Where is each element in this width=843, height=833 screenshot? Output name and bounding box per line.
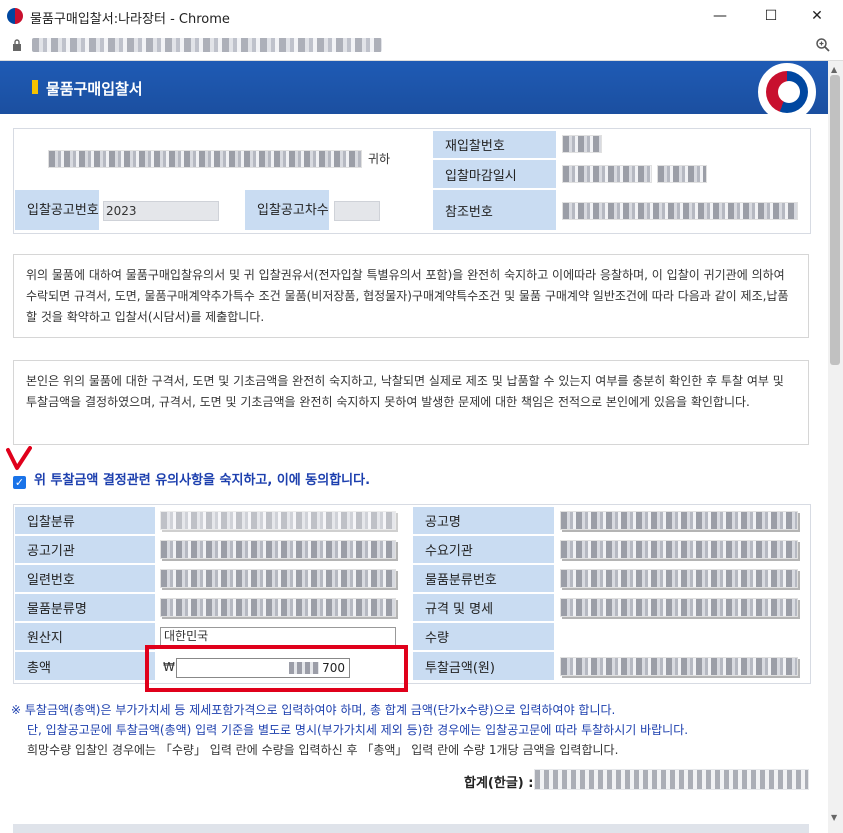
bid-deadline-date	[562, 165, 652, 183]
quantity-label: 수량	[412, 622, 555, 651]
honorific-text: 귀하	[368, 152, 391, 166]
origin-value: 대한민국	[164, 629, 209, 643]
spec-value	[560, 598, 798, 617]
scroll-thumb[interactable]	[830, 75, 840, 365]
agree-checkbox-row[interactable]: ✓ 위 투찰금액 결정관련 유의사항을 숙지하고, 이에 동의합니다.	[13, 469, 370, 489]
bottom-section-edge	[13, 824, 809, 833]
zoom-icon[interactable]	[815, 37, 831, 53]
notice-agency-label: 공고기관	[14, 535, 156, 564]
note-line-2: 단, 입찰공고문에 투찰금액(총액) 입력 기준을 별도로 명시(부가가치세 제…	[27, 723, 689, 737]
ref-no-value	[562, 202, 798, 220]
agree-checkbox[interactable]: ✓	[13, 476, 26, 489]
sum-korean-value	[534, 769, 809, 790]
page-header: 물품구매입찰서	[0, 61, 828, 121]
notice-no-label: 입찰공고번호	[14, 189, 100, 231]
header-mark	[32, 80, 38, 94]
page-title: 물품구매입찰서	[46, 80, 143, 98]
bid-category-label: 입찰분류	[14, 506, 156, 535]
address-bar[interactable]	[0, 32, 843, 61]
total-label: 총액	[14, 651, 156, 681]
notice-seq-field	[334, 201, 380, 221]
serial-no-label: 일련번호	[14, 564, 156, 593]
notice-agency-value	[160, 540, 396, 559]
item-class-no-label: 물품분류번호	[412, 564, 555, 593]
url-text-redacted	[32, 38, 382, 52]
origin-label: 원산지	[14, 622, 156, 651]
item-class-name-label: 물품분류명	[14, 593, 156, 622]
demand-agency-label: 수요기관	[412, 535, 555, 564]
rebid-no-value	[562, 135, 602, 153]
scroll-up-icon[interactable]: ▲	[831, 65, 837, 74]
agree-label: 위 투찰금액 결정관련 유의사항을 숙지하고, 이에 동의합니다.	[34, 473, 371, 488]
window-titlebar: 물품구매입찰서:나라장터 - Chrome — ☐ ✕	[0, 0, 843, 32]
notice-name-value	[560, 511, 798, 530]
bid-notes: ※ 투찰금액(총액)은 부가가치세 등 제세포함가격으로 입력하여야 하며, 총…	[11, 700, 688, 760]
bid-agreement-notice: 위의 물품에 대하여 물품구매입찰유의서 및 귀 입찰권유서(전자입찰 특별유의…	[13, 254, 809, 338]
note-line-3: 희망수량 입찰인 경우에는 「수량」 입력 란에 수량을 입력하신 후 「총액」…	[27, 743, 619, 757]
notice-name-label: 공고명	[412, 506, 555, 535]
notice-seq-label: 입찰공고차수	[244, 189, 330, 231]
bid-deadline-label: 입찰마감일시	[432, 159, 557, 189]
serial-no-value	[160, 569, 396, 588]
close-button[interactable]: ✕	[797, 4, 837, 28]
spec-label: 규격 및 명세	[412, 593, 555, 622]
sum-korean-label: 합계(한글) :	[464, 776, 534, 791]
recipient-field	[48, 150, 362, 168]
bid-amount-label: 투찰금액(원)	[412, 651, 555, 681]
bid-amount-value	[560, 657, 798, 676]
minimize-button[interactable]: —	[700, 4, 740, 28]
notice-no-value: 2023	[106, 204, 137, 218]
highlight-box-annotation	[145, 645, 408, 692]
window-title: 물품구매입찰서:나라장터 - Chrome	[30, 12, 230, 27]
bid-category-value	[160, 511, 396, 530]
vertical-scrollbar[interactable]: ▲ ▼	[828, 61, 843, 833]
bid-deadline-time	[657, 165, 707, 183]
rebid-no-label: 재입찰번호	[432, 130, 557, 159]
ref-no-label: 참조번호	[432, 189, 557, 231]
lock-icon	[13, 39, 21, 51]
item-class-name-value	[160, 598, 396, 617]
responsibility-notice: 본인은 위의 물품에 대한 구격서, 도면 및 기초금액을 완전히 숙지하고, …	[13, 360, 809, 445]
demand-agency-value	[560, 540, 798, 559]
scroll-down-icon[interactable]: ▼	[831, 813, 837, 822]
note-line-1: ※ 투찰금액(총액)은 부가가치세 등 제세포함가격으로 입력하여야 하며, 총…	[11, 703, 616, 717]
app-logo-icon	[7, 8, 23, 24]
maximize-button[interactable]: ☐	[751, 4, 791, 28]
item-class-no-value	[560, 569, 798, 588]
government-emblem-icon	[758, 63, 816, 121]
